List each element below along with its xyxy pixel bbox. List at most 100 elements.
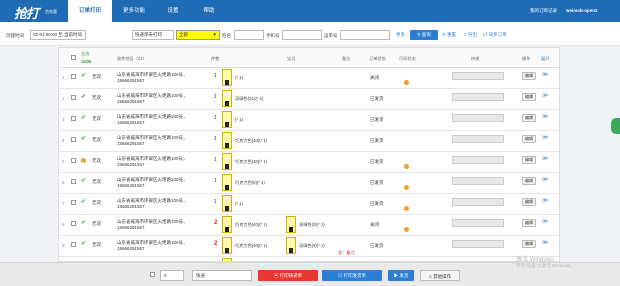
reset-link[interactable]: ⟳ 重置 xyxy=(442,32,456,38)
other-ops-button[interactable]: ≡ 其他操作 xyxy=(420,270,460,281)
product-thumbnail[interactable] xyxy=(222,216,232,233)
product-spec: 巧克力色(40)(* 1) xyxy=(235,159,268,164)
product-thumbnail[interactable] xyxy=(222,132,232,149)
product-spec: 巧克力色(0)(* 1) xyxy=(235,180,265,185)
edit-button[interactable]: 编辑 xyxy=(522,156,536,164)
table-row[interactable]: 2 ✔ 无双 山东省威海市环翠区火炬路100号， 15666291557 1 深绿色(XL)… xyxy=(59,89,559,110)
phone-input[interactable] xyxy=(282,30,322,40)
product-thumbnail[interactable] xyxy=(286,216,296,233)
col-expand[interactable]: 展开 xyxy=(541,56,549,62)
row-checkbox[interactable] xyxy=(71,158,76,163)
edit-button[interactable]: 编辑 xyxy=(522,114,536,122)
expand-chevron-icon[interactable]: ≫ xyxy=(542,113,548,120)
tracking-number-input[interactable] xyxy=(452,156,504,164)
status-select[interactable]: 全部 ▼ xyxy=(176,30,220,40)
edit-button[interactable]: 编辑 xyxy=(522,240,536,248)
side-feedback-tab[interactable] xyxy=(611,118,620,134)
user-account[interactable]: weimob-open2 xyxy=(566,8,598,13)
table-row[interactable]: 6 ✔ 无双 山东省威海市环翠区火炬路100号， 15666291557 1 巧克力色(0)… xyxy=(59,173,559,194)
expand-chevron-icon[interactable]: ≫ xyxy=(542,239,548,246)
table-row[interactable]: 3 ✔ 无双 山东省威海市环翠区火炬路100号， 15666291557 1 (* 1) 已发… xyxy=(59,110,559,131)
table-row[interactable]: 9 ✔ 无双 山东省威海市环翠区火炬路100号， 15666291557 2 巧克力色(40… xyxy=(59,236,559,257)
row-checkbox[interactable] xyxy=(71,242,76,247)
tab-help[interactable]: 帮助 xyxy=(192,0,226,22)
tab-order-print[interactable]: 订单打印 xyxy=(68,0,112,22)
expand-chevron-icon[interactable]: ≫ xyxy=(542,176,548,183)
edit-button[interactable]: 编辑 xyxy=(522,198,536,206)
edit-button[interactable]: 编辑 xyxy=(522,219,536,227)
account-label: 旺名 xyxy=(222,33,231,38)
selected-count[interactable]: 0 xyxy=(160,270,184,281)
order-no-input[interactable] xyxy=(340,30,390,40)
table-row[interactable]: 1 ✔ 无双 山东省威海市环翠区火炬路100号， 15666291557 1 (* 1) 关闭… xyxy=(59,68,559,89)
tracking-number-input[interactable] xyxy=(452,93,504,101)
row-checkbox[interactable] xyxy=(71,200,76,205)
select-all-label: 全选 xyxy=(81,51,90,56)
edit-button[interactable]: 编辑 xyxy=(522,72,536,80)
expand-chevron-icon[interactable]: ≫ xyxy=(542,197,548,204)
row-checkbox[interactable] xyxy=(71,116,76,121)
quantity: 1 xyxy=(214,199,217,205)
tab-settings[interactable]: 设置 xyxy=(156,0,190,22)
more-filters-link[interactable]: 更多 xyxy=(396,32,405,38)
top-navbar: 抢打 京东版 订单打印 更多功能 设置 帮助 我的订购记录 weimob-ope… xyxy=(0,0,620,22)
edit-button[interactable]: 编辑 xyxy=(522,135,536,143)
product-thumbnail[interactable] xyxy=(222,174,232,191)
tab-more-functions[interactable]: 更多功能 xyxy=(114,0,154,22)
address-phone: 15666291557 xyxy=(117,183,145,188)
delivery-status-select[interactable]: 快递单未打印 xyxy=(132,30,174,40)
export-label: 导出 xyxy=(468,32,478,37)
search-button[interactable]: ⚲ 查询 xyxy=(410,30,438,40)
table-row[interactable]: 7 ✔ 无双 山东省威海市环翠区火炬路100号， 15666291557 1 (* 1) 已发… xyxy=(59,194,559,215)
print-invoice-button[interactable]: ▤ 打印发货单 xyxy=(322,270,382,281)
row-checkbox[interactable] xyxy=(71,179,76,184)
order-history-link[interactable]: 我的订购记录 xyxy=(530,8,557,14)
row-number: 3 xyxy=(62,117,65,122)
time-range-input[interactable]: 02-01 00:00 至 当前时间 xyxy=(30,30,86,40)
order-status: 已发货 xyxy=(370,180,384,185)
product-thumbnail[interactable] xyxy=(222,237,232,254)
printed-status-icon xyxy=(404,80,409,85)
chevron-down-icon: ▼ xyxy=(212,32,217,37)
tracking-number-input[interactable] xyxy=(452,114,504,122)
expand-chevron-icon[interactable]: ≫ xyxy=(542,134,548,141)
expand-chevron-icon[interactable]: ≫ xyxy=(542,92,548,99)
tracking-number-input[interactable] xyxy=(452,240,504,248)
tracking-number-input[interactable] xyxy=(452,135,504,143)
bottom-select-checkbox[interactable] xyxy=(150,272,155,277)
edit-button[interactable]: 编辑 xyxy=(522,93,536,101)
row-checkbox[interactable] xyxy=(71,221,76,226)
tracking-number-input[interactable] xyxy=(452,219,504,227)
export-link[interactable]: ⇪ 导出 xyxy=(463,32,477,38)
product-thumbnail[interactable] xyxy=(222,153,232,170)
product-thumbnail[interactable] xyxy=(286,237,296,254)
row-checkbox[interactable] xyxy=(71,74,76,79)
row-checkbox[interactable] xyxy=(71,137,76,142)
tracking-number-input[interactable] xyxy=(452,177,504,185)
product-thumbnail[interactable] xyxy=(222,69,232,86)
ship-button[interactable]: ▶ 发货 xyxy=(388,270,414,281)
product-thumbnail[interactable] xyxy=(222,195,232,212)
edit-button[interactable]: 编辑 xyxy=(522,177,536,185)
table-row[interactable]: 8 ✔ 无双 山东省威海市环翠区火炬路100号， 15666291557 2 巧克力色(40… xyxy=(59,215,559,236)
print-express-button[interactable]: ▣ 打印快递单 xyxy=(258,270,318,281)
product-spec: 巧克力色(40)(* 1) xyxy=(235,138,268,143)
sync-orders-link[interactable]: ⇄ 同步订单 xyxy=(483,32,507,38)
courier-select[interactable]: 快递 xyxy=(192,270,252,281)
row-checkbox[interactable] xyxy=(71,95,76,100)
tracking-number-input[interactable] xyxy=(452,198,504,206)
table-row[interactable]: 4 ✔ 无双 山东省威海市环翠区火炬路100号， 15666291557 1 巧克力色(40… xyxy=(59,131,559,152)
address-cell: 山东省威海市环翠区火炬路100号，15666291557 xyxy=(117,156,207,168)
account-input[interactable] xyxy=(234,30,264,40)
product-thumbnail[interactable] xyxy=(222,111,232,128)
expand-chevron-icon[interactable]: ≫ xyxy=(542,155,548,162)
select-all-checkbox[interactable] xyxy=(71,55,76,60)
row-number: 7 xyxy=(62,201,65,206)
tracking-number-input[interactable] xyxy=(452,72,504,80)
table-row[interactable]: 5 无双 山东省威海市环翠区火炬路100号， 15666291557 1 巧克力色(40)… xyxy=(59,152,559,173)
expand-chevron-icon[interactable]: ≫ xyxy=(542,71,548,78)
expand-chevron-icon[interactable]: ≫ xyxy=(542,218,548,225)
check-icon: ✔ xyxy=(81,94,87,100)
col-remark: 备注 xyxy=(342,56,351,61)
product-thumbnail[interactable] xyxy=(222,90,232,107)
